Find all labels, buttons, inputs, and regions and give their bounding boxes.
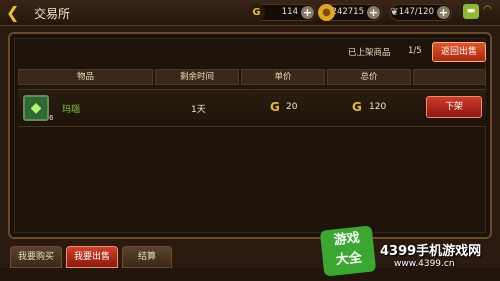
back-arrow-icon[interactable]: ❮: [6, 4, 26, 22]
stamina-counter: ❦ 147/120 +: [390, 4, 452, 21]
column-header-remaining-time: 剩余时间: [155, 69, 239, 85]
tab-buy[interactable]: 我要购买: [10, 246, 62, 268]
g-coin-icon: G: [270, 100, 280, 114]
g-coin-icon: G: [352, 100, 362, 114]
add-stamina-button[interactable]: +: [437, 6, 450, 19]
delist-button[interactable]: 下架: [426, 96, 482, 118]
trade-panel: 已上架商品 1/5 返回出售 物品 剩余时间 单价 总价 ◆ 6 玛瑙 1天 G…: [8, 32, 492, 239]
watermark-logo-line2: 大全: [335, 250, 363, 269]
add-gold-button[interactable]: +: [367, 6, 380, 19]
table-header: 物品 剩余时间 单价 总价: [18, 69, 486, 85]
column-header-unit-price: 单价: [241, 69, 325, 85]
tab-settlement[interactable]: 结算: [122, 246, 172, 268]
return-sell-button[interactable]: 返回出售: [432, 42, 486, 62]
watermark-site-name: 4399手机游戏网: [380, 244, 482, 259]
column-header-action: [413, 69, 486, 85]
bottom-strip: [0, 268, 500, 281]
g-coin-icon: G: [248, 4, 265, 21]
agate-item-icon[interactable]: ◆: [23, 95, 49, 121]
wing-icon: ❦: [390, 7, 399, 18]
listed-items-count: 1/5: [408, 46, 422, 56]
item-quantity: 6: [49, 114, 54, 122]
stamina-value: 147/120: [398, 7, 434, 17]
total-price: 120: [369, 102, 387, 112]
table-row[interactable]: ◆ 6 玛瑙 1天 G 20 G 120 下架: [18, 89, 486, 127]
top-bar: ❮ 交易所 G 114 + ● 242715 + ❦ 147/120 + ▬ ◠: [0, 0, 500, 26]
page-title: 交易所: [34, 7, 71, 21]
watermark-logo: 游戏 大全: [319, 225, 377, 277]
g-coin-value: 114: [281, 7, 298, 17]
item-name: 玛瑙: [62, 105, 81, 115]
g-coin-counter: G 114 +: [248, 4, 316, 21]
gold-counter: ● 242715 +: [318, 4, 382, 21]
gold-coin-icon: ●: [318, 4, 335, 21]
remaining-time: 1天: [191, 105, 206, 115]
column-header-total-price: 总价: [327, 69, 411, 85]
unit-price: 20: [286, 102, 298, 112]
tab-sell[interactable]: 我要出售: [66, 246, 118, 268]
add-g-coin-button[interactable]: +: [301, 6, 314, 19]
column-header-item: 物品: [18, 69, 153, 85]
panel-inner: [14, 38, 486, 233]
wifi-icon: ◠: [483, 4, 492, 15]
watermark-url: www.4399.cn: [394, 259, 455, 269]
chat-icon[interactable]: ▬: [463, 4, 479, 19]
listed-items-label: 已上架商品: [348, 48, 391, 58]
gold-value: 242715: [331, 7, 364, 17]
